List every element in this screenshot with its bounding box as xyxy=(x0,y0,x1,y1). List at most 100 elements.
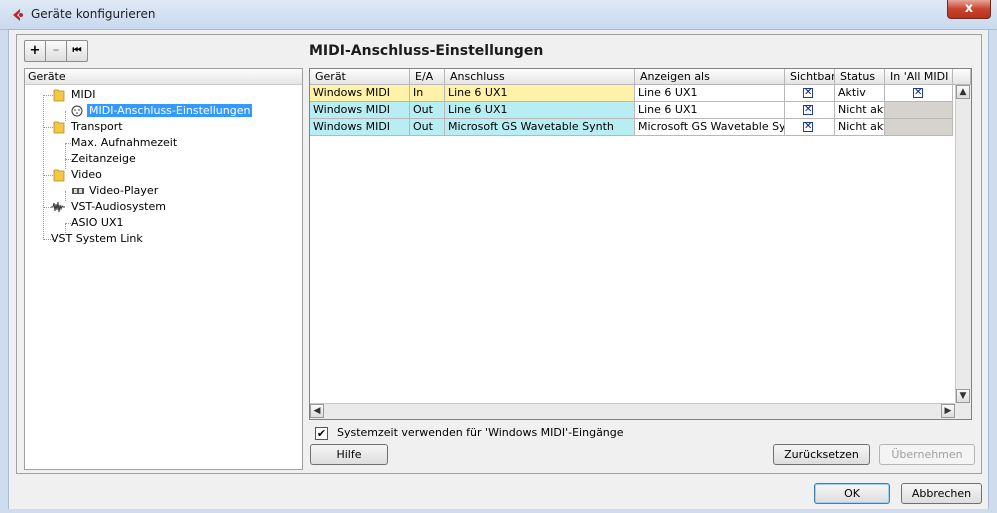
cell-visible: ✕ xyxy=(785,119,835,136)
folder-icon xyxy=(53,89,65,102)
window-title: Geräte konfigurieren xyxy=(31,7,156,21)
midi-port-table: Gerät E/A Anschluss Anzeigen als Sichtba… xyxy=(309,68,972,420)
cell-device: Windows MIDI xyxy=(310,85,410,102)
add-device-button[interactable]: + xyxy=(24,40,46,62)
cell-device: Windows MIDI xyxy=(310,119,410,136)
scroll-left-icon[interactable]: ◀ xyxy=(310,404,324,418)
tree-item-label: Max. Aufnahmezeit xyxy=(71,136,178,149)
tree-item-label: Video xyxy=(71,168,102,181)
tree-item-label: ASIO UX1 xyxy=(71,216,124,229)
tree-item-video[interactable]: Video xyxy=(69,167,104,183)
cell-port: Microsoft GS Wavetable Synth xyxy=(445,119,635,136)
close-button[interactable]: x xyxy=(947,0,991,19)
tree-item-label: VST-Audiosystem xyxy=(71,200,166,213)
folder-icon xyxy=(53,121,65,134)
cell-all-midi-inputs xyxy=(885,119,953,136)
tree-guide xyxy=(65,191,66,201)
table-row[interactable]: Windows MIDI In Line 6 UX1 Line 6 UX1 ✕ … xyxy=(310,85,953,102)
cell-io: In xyxy=(410,85,445,102)
title-bar: Geräte konfigurieren x xyxy=(0,0,997,30)
tree-header: Geräte xyxy=(25,69,302,85)
scroll-right-icon[interactable]: ▶ xyxy=(941,404,955,418)
page-title: MIDI-Anschluss-Einstellungen xyxy=(309,43,544,59)
table-row[interactable]: Windows MIDI Out Line 6 UX1 Line 6 UX1 ✕… xyxy=(310,102,953,119)
visible-checkbox[interactable]: ✕ xyxy=(803,105,813,115)
tree-guide xyxy=(65,111,66,121)
reset-button[interactable]: Zurücksetzen xyxy=(773,444,870,465)
tree-guide xyxy=(43,127,53,128)
cell-all-midi-inputs xyxy=(885,102,953,119)
cell-status: Nicht aktiv xyxy=(835,102,885,119)
tree-item-label: VST System Link xyxy=(51,232,143,245)
visible-checkbox[interactable]: ✕ xyxy=(803,122,813,132)
cell-visible: ✕ xyxy=(785,102,835,119)
table-row[interactable]: Windows MIDI Out Microsoft GS Wavetable … xyxy=(310,119,953,136)
tree-item-video-player[interactable]: Video-Player xyxy=(87,183,160,199)
tree-item-midi-port-settings[interactable]: MIDI-Anschluss-Einstellungen xyxy=(87,103,253,119)
column-header-filler xyxy=(953,69,971,85)
tree-item-label: Transport xyxy=(71,120,123,133)
help-button[interactable]: Hilfe xyxy=(310,444,388,465)
tree-item-transport[interactable]: Transport xyxy=(69,119,125,135)
cell-io: Out xyxy=(410,119,445,136)
folder-icon xyxy=(53,169,65,182)
tree-item-time-display[interactable]: Zeitanzeige xyxy=(69,151,138,167)
tree-item-vst-audio-system[interactable]: VST-Audiosystem xyxy=(69,199,168,215)
cell-status: Aktiv xyxy=(835,85,885,102)
scroll-corner xyxy=(955,403,971,419)
tree-item-vst-system-link[interactable]: VST System Link xyxy=(49,231,145,247)
midi-port-icon xyxy=(71,105,83,117)
audio-waveform-icon xyxy=(51,201,65,213)
cell-display-as[interactable]: Line 6 UX1 xyxy=(635,102,785,119)
video-player-icon xyxy=(72,188,84,194)
window-frame-right xyxy=(988,30,997,513)
column-header-display-as[interactable]: Anzeigen als xyxy=(635,69,785,85)
tree-guide xyxy=(43,95,44,240)
column-header-device[interactable]: Gerät xyxy=(310,69,410,85)
cell-device: Windows MIDI xyxy=(310,102,410,119)
scroll-down-icon[interactable]: ▼ xyxy=(956,389,970,403)
tree-item-label: Zeitanzeige xyxy=(71,152,136,165)
system-time-checkbox[interactable]: ✔ xyxy=(315,427,328,440)
column-header-all-midi-inputs[interactable]: In 'All MIDI Inputs' xyxy=(885,69,953,85)
window-frame-left xyxy=(0,30,9,513)
column-header-port[interactable]: Anschluss xyxy=(445,69,635,85)
cell-port: Line 6 UX1 xyxy=(445,85,635,102)
column-header-io[interactable]: E/A xyxy=(410,69,445,85)
tree-guide xyxy=(43,207,51,208)
tree-item-midi[interactable]: MIDI xyxy=(69,87,97,103)
dialog-client: + – ⏮ Geräte MIDI MIDI-Anschluss-Einstel… xyxy=(9,30,988,509)
cell-io: Out xyxy=(410,102,445,119)
vertical-scrollbar[interactable]: ▲ ▼ xyxy=(955,85,971,403)
device-tree-panel: Geräte MIDI MIDI-Anschluss-Einstellungen… xyxy=(24,68,303,470)
tree-item-label: MIDI xyxy=(71,88,96,101)
all-midi-inputs-checkbox[interactable]: ✕ xyxy=(913,88,923,98)
cell-status: Nicht aktiv xyxy=(835,119,885,136)
cell-all-midi-inputs: ✕ xyxy=(885,85,953,102)
cell-visible: ✕ xyxy=(785,85,835,102)
remove-device-button[interactable]: – xyxy=(45,40,67,62)
tree-item-asio-ux1[interactable]: ASIO UX1 xyxy=(69,215,126,231)
tree-guide xyxy=(65,143,66,169)
cell-display-as[interactable]: Microsoft GS Wavetable Synth xyxy=(635,119,785,136)
system-time-label: Systemzeit verwenden für 'Windows MIDI'-… xyxy=(337,426,624,439)
ok-button[interactable]: OK xyxy=(814,483,890,504)
tree-item-max-recording-time[interactable]: Max. Aufnahmezeit xyxy=(69,135,179,151)
tree-guide xyxy=(43,175,53,176)
visible-checkbox[interactable]: ✕ xyxy=(803,88,813,98)
horizontal-scrollbar[interactable]: ◀ ▶ xyxy=(310,403,955,419)
apply-button[interactable]: Übernehmen xyxy=(879,444,975,465)
table-header: Gerät E/A Anschluss Anzeigen als Sichtba… xyxy=(310,69,971,85)
cell-display-as[interactable]: Line 6 UX1 xyxy=(635,85,785,102)
cancel-button[interactable]: Abbrechen xyxy=(901,483,982,504)
column-header-status[interactable]: Status xyxy=(835,69,885,85)
cubase-logo-icon xyxy=(13,9,23,21)
window-frame-bottom xyxy=(0,509,997,513)
tree-item-label: Video-Player xyxy=(89,184,159,197)
tree-item-label: MIDI-Anschluss-Einstellungen xyxy=(87,104,253,117)
reset-device-button[interactable]: ⏮ xyxy=(66,40,88,62)
settings-panel: + – ⏮ Geräte MIDI MIDI-Anschluss-Einstel… xyxy=(16,34,982,474)
column-header-visible[interactable]: Sichtbar xyxy=(785,69,835,85)
cell-port: Line 6 UX1 xyxy=(445,102,635,119)
scroll-up-icon[interactable]: ▲ xyxy=(956,85,970,99)
